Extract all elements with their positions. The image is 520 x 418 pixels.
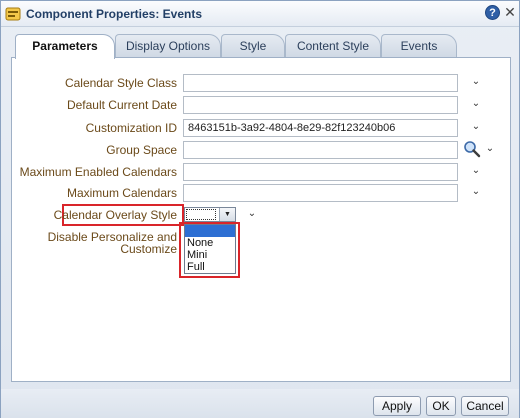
tab-bar: Parameters Display Options Style Content… xyxy=(11,34,511,59)
ok-button[interactable]: OK xyxy=(426,396,456,416)
tab-events[interactable]: Events xyxy=(381,34,457,58)
search-icon[interactable] xyxy=(463,140,481,158)
calendar-overlay-style-select[interactable]: ▼ xyxy=(184,207,236,222)
select-value xyxy=(186,209,216,220)
disable-personalize-label-line2: Customize xyxy=(120,242,177,256)
chevron-down-icon[interactable]: ⌄ xyxy=(485,143,495,155)
tab-parameters[interactable]: Parameters xyxy=(15,34,115,59)
overlay-style-options: None Mini Full xyxy=(184,224,236,274)
group-space-input[interactable] xyxy=(183,141,458,159)
default-current-date-label: Default Current Date xyxy=(66,98,177,112)
tab-display-options[interactable]: Display Options xyxy=(115,34,221,58)
option-none[interactable]: None xyxy=(185,237,235,249)
tab-style[interactable]: Style xyxy=(221,34,285,58)
group-space-label: Group Space xyxy=(106,143,177,157)
default-current-date-input[interactable] xyxy=(183,96,458,114)
cancel-button[interactable]: Cancel xyxy=(461,396,509,416)
option-full[interactable]: Full xyxy=(185,261,235,273)
customization-id-label: Customization ID xyxy=(85,121,177,135)
component-properties-dialog: Component Properties: Events ? ✕ Paramet… xyxy=(0,0,520,418)
maximum-enabled-calendars-input[interactable] xyxy=(183,163,458,181)
chevron-down-icon[interactable]: ⌄ xyxy=(471,76,481,88)
title-bar: Component Properties: Events ? ✕ xyxy=(1,1,519,27)
close-icon[interactable]: ✕ xyxy=(503,4,517,20)
option-mini[interactable]: Mini xyxy=(185,249,235,261)
chevron-down-icon[interactable]: ⌄ xyxy=(247,208,257,220)
calendar-style-class-label: Calendar Style Class xyxy=(64,76,177,90)
maximum-calendars-label: Maximum Calendars xyxy=(66,186,177,200)
maximum-enabled-calendars-label: Maximum Enabled Calendars xyxy=(19,165,177,179)
dropdown-arrow-icon[interactable]: ▼ xyxy=(219,208,235,221)
help-icon[interactable]: ? xyxy=(485,5,500,20)
chevron-down-icon[interactable]: ⌄ xyxy=(471,98,481,110)
chevron-down-icon[interactable]: ⌄ xyxy=(471,121,481,133)
calendar-style-class-input[interactable] xyxy=(183,74,458,92)
customization-id-input[interactable]: 8463151b-3a92-4804-8e29-82f123240b06 xyxy=(183,119,458,137)
apply-button[interactable]: Apply xyxy=(373,396,421,416)
tab-content-style[interactable]: Content Style xyxy=(285,34,381,58)
chevron-down-icon[interactable]: ⌄ xyxy=(471,165,481,177)
chevron-down-icon[interactable]: ⌄ xyxy=(471,186,481,198)
maximum-calendars-input[interactable] xyxy=(183,184,458,202)
dialog-title: Component Properties: Events xyxy=(26,7,203,21)
calendar-overlay-style-label: Calendar Overlay Style xyxy=(53,208,177,222)
option-blank[interactable] xyxy=(185,225,235,237)
component-properties-icon xyxy=(5,7,21,21)
